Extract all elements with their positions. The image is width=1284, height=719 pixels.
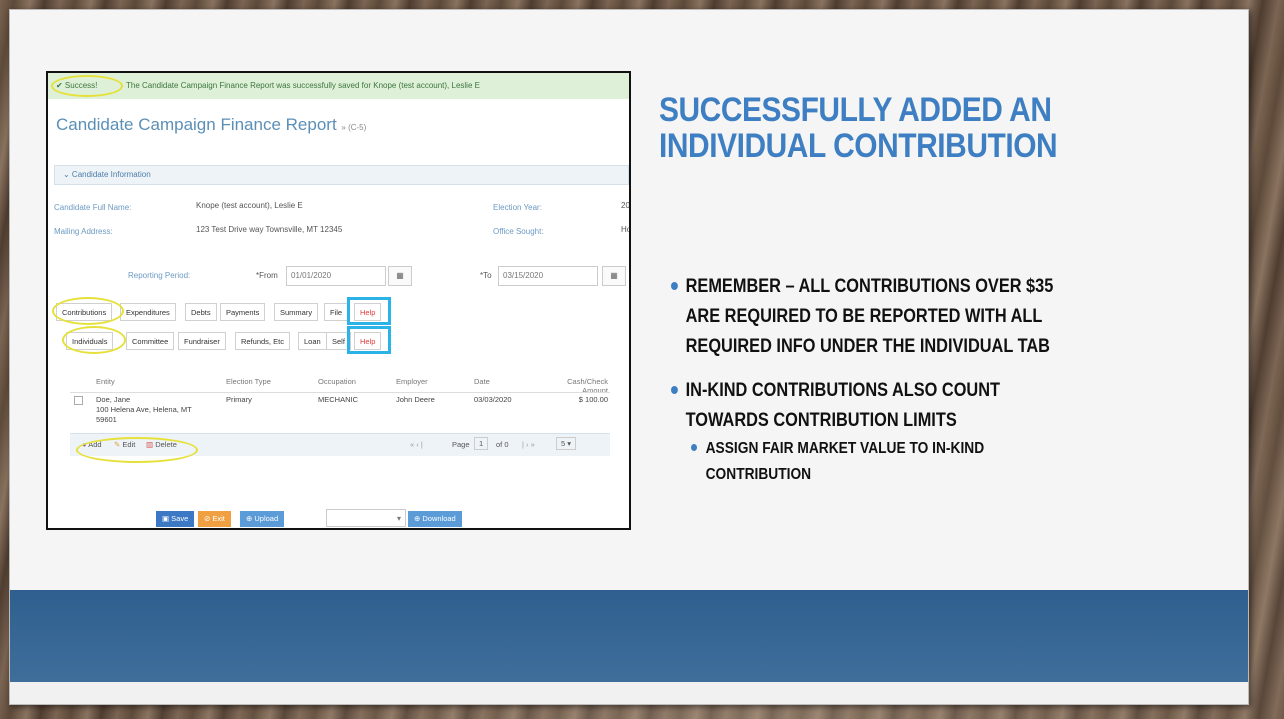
row-checkbox[interactable]: [74, 396, 83, 405]
cell-entity-zip: 59601: [96, 415, 117, 424]
value-election-year: 202: [621, 201, 630, 210]
highlight-success: [51, 75, 123, 97]
highlight-help-sub: [347, 326, 391, 354]
label-full-name: Candidate Full Name:: [54, 203, 132, 212]
pager-page-label: Page: [452, 440, 470, 449]
highlight-contributions: [52, 297, 124, 325]
highlight-actions: [76, 437, 198, 463]
bullet-item: REMEMBER – ALL CONTRIBUTIONS OVER $35 AR…: [671, 272, 1184, 362]
label-office: Office Sought:: [493, 227, 544, 236]
tab-file[interactable]: File: [324, 303, 349, 321]
cell-entity-address: 100 Helena Ave, Helena, MT: [96, 405, 192, 414]
cell-employer: John Deere: [396, 395, 435, 404]
upload-button[interactable]: ⊕ Upload: [240, 511, 285, 527]
bullet-text: TOWARDS CONTRIBUTION LIMITS: [685, 410, 957, 431]
pager-next-last[interactable]: | › »: [522, 440, 535, 449]
slide-title-line1: SUCCESSFULLY ADDED AN: [659, 91, 1052, 129]
bullet-text: REMEMBER – ALL CONTRIBUTIONS OVER $35: [685, 276, 1054, 297]
success-banner: ✔ Success! The Candidate Campaign Financ…: [48, 73, 629, 99]
tab-summary[interactable]: Summary: [274, 303, 319, 321]
bullet-list: REMEMBER – ALL CONTRIBUTIONS OVER $35 AR…: [671, 272, 1191, 488]
page-size-select[interactable]: 5 ▾: [556, 437, 577, 450]
tab-loan[interactable]: Loan: [298, 332, 327, 350]
bullet-item: IN-KIND CONTRIBUTIONS ALSO COUNT TOWARDS…: [671, 376, 1184, 436]
slide: SUCCESSFULLY ADDED AN INDIVIDUAL CONTRIB…: [9, 9, 1249, 705]
pager-of-label: of 0: [496, 440, 509, 449]
label-to: *To: [480, 271, 492, 280]
embedded-screenshot: ✔ Success! The Candidate Campaign Financ…: [46, 71, 631, 530]
to-date-input[interactable]: 03/15/2020: [498, 266, 598, 286]
label-from: *From: [256, 271, 278, 280]
col-occupation[interactable]: Occupation: [318, 377, 356, 386]
label-mailing: Mailing Address:: [54, 227, 113, 236]
success-message: The Candidate Campaign Finance Report wa…: [126, 81, 480, 90]
label-period: Reporting Period:: [128, 271, 191, 280]
cell-occupation: MECHANIC: [318, 395, 359, 404]
exit-button[interactable]: ⊘ Exit: [198, 511, 231, 527]
blue-footer-band: [9, 590, 1249, 682]
value-office: Ho: [621, 225, 631, 234]
page-title: Candidate Campaign Finance Report » (C-5…: [56, 115, 366, 135]
section-header[interactable]: ⌄ Candidate Information: [54, 165, 629, 185]
tab-refunds[interactable]: Refunds, Etc: [235, 332, 290, 350]
label-election-year: Election Year:: [493, 203, 542, 212]
calendar-icon[interactable]: ▦: [388, 266, 412, 286]
from-date-input[interactable]: 01/01/2020: [286, 266, 386, 286]
tab-fundraiser[interactable]: Fundraiser: [178, 332, 226, 350]
bullet-dot-icon: [691, 444, 698, 451]
page-code: » (C-5): [341, 123, 367, 132]
cell-date: 03/03/2020: [474, 395, 512, 404]
page-title-text: Candidate Campaign Finance Report: [56, 115, 337, 134]
value-mailing: 123 Test Drive way Townsville, MT 12345: [196, 225, 343, 234]
cell-entity-name: Doe, Jane: [96, 395, 131, 404]
col-entity[interactable]: Entity: [96, 377, 115, 386]
tab-payments[interactable]: Payments: [220, 303, 266, 321]
col-employer[interactable]: Employer: [396, 377, 428, 386]
sub-bullet-item: ASSIGN FAIR MARKET VALUE TO IN-KIND CONT…: [691, 436, 1093, 488]
cell-election-type: Primary: [226, 395, 252, 404]
save-button[interactable]: ▣ Save: [156, 511, 195, 527]
tab-debts[interactable]: Debts: [185, 303, 217, 321]
pager-first-prev[interactable]: « ‹ |: [410, 440, 423, 449]
header-divider: [70, 392, 610, 393]
bullet-text: ARE REQUIRED TO BE REPORTED WITH ALL: [685, 306, 1043, 327]
bullet-text: IN-KIND CONTRIBUTIONS ALSO COUNT: [685, 380, 1001, 401]
bullet-dot-icon: [671, 282, 678, 290]
footer-strip: [9, 682, 1249, 705]
col-election-type[interactable]: Election Type: [226, 377, 271, 386]
download-format-select[interactable]: ▾: [326, 509, 406, 527]
value-full-name: Knope (test account), Leslie E: [196, 201, 303, 210]
download-button[interactable]: ⊕ Download: [408, 511, 462, 527]
highlight-individuals: [62, 326, 126, 354]
col-date[interactable]: Date: [474, 377, 490, 386]
bullet-text: ASSIGN FAIR MARKET VALUE TO IN-KIND: [705, 440, 985, 457]
tab-expenditures[interactable]: Expenditures: [120, 303, 176, 321]
slide-title: SUCCESSFULLY ADDED AN INDIVIDUAL CONTRIB…: [659, 92, 1117, 164]
tab-committee[interactable]: Committee: [126, 332, 175, 350]
pager-page-input[interactable]: 1: [474, 437, 489, 450]
calendar-icon[interactable]: ▦: [602, 266, 626, 286]
bullet-dot-icon: [671, 386, 678, 394]
slide-title-line2: INDIVIDUAL CONTRIBUTION: [659, 127, 1058, 165]
cell-amount: $ 100.00: [578, 395, 608, 404]
bullet-text: CONTRIBUTION: [705, 466, 812, 483]
highlight-help: [347, 297, 391, 325]
bullet-text: REQUIRED INFO UNDER THE INDIVIDUAL TAB: [685, 336, 1050, 357]
